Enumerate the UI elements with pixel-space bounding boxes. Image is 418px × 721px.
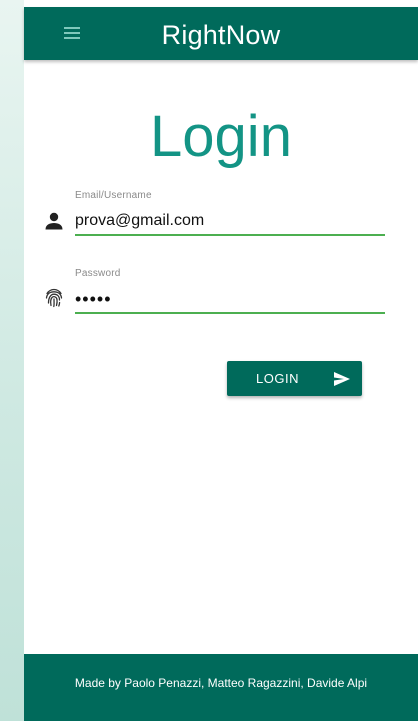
login-button[interactable]: LOGIN bbox=[227, 361, 362, 396]
page-title: Login bbox=[150, 104, 292, 169]
email-input[interactable] bbox=[75, 208, 385, 236]
fingerprint-icon bbox=[42, 286, 66, 310]
app-container: RightNow Login Email/Username Password bbox=[24, 0, 418, 721]
send-icon bbox=[333, 370, 351, 388]
email-field-label: Email/Username bbox=[75, 190, 152, 201]
hamburger-menu-icon[interactable] bbox=[64, 26, 80, 40]
app-title: RightNow bbox=[161, 20, 281, 50]
person-icon bbox=[42, 209, 66, 233]
footer-credits: Made by Paolo Penazzi, Matteo Ragazzini,… bbox=[74, 676, 368, 690]
password-field-label: Password bbox=[75, 268, 121, 279]
app-footer: Made by Paolo Penazzi, Matteo Ragazzini,… bbox=[24, 654, 418, 721]
app-header: RightNow bbox=[24, 7, 418, 60]
password-input[interactable] bbox=[75, 286, 385, 314]
background-strip bbox=[0, 0, 24, 721]
login-button-label: LOGIN bbox=[256, 371, 299, 386]
